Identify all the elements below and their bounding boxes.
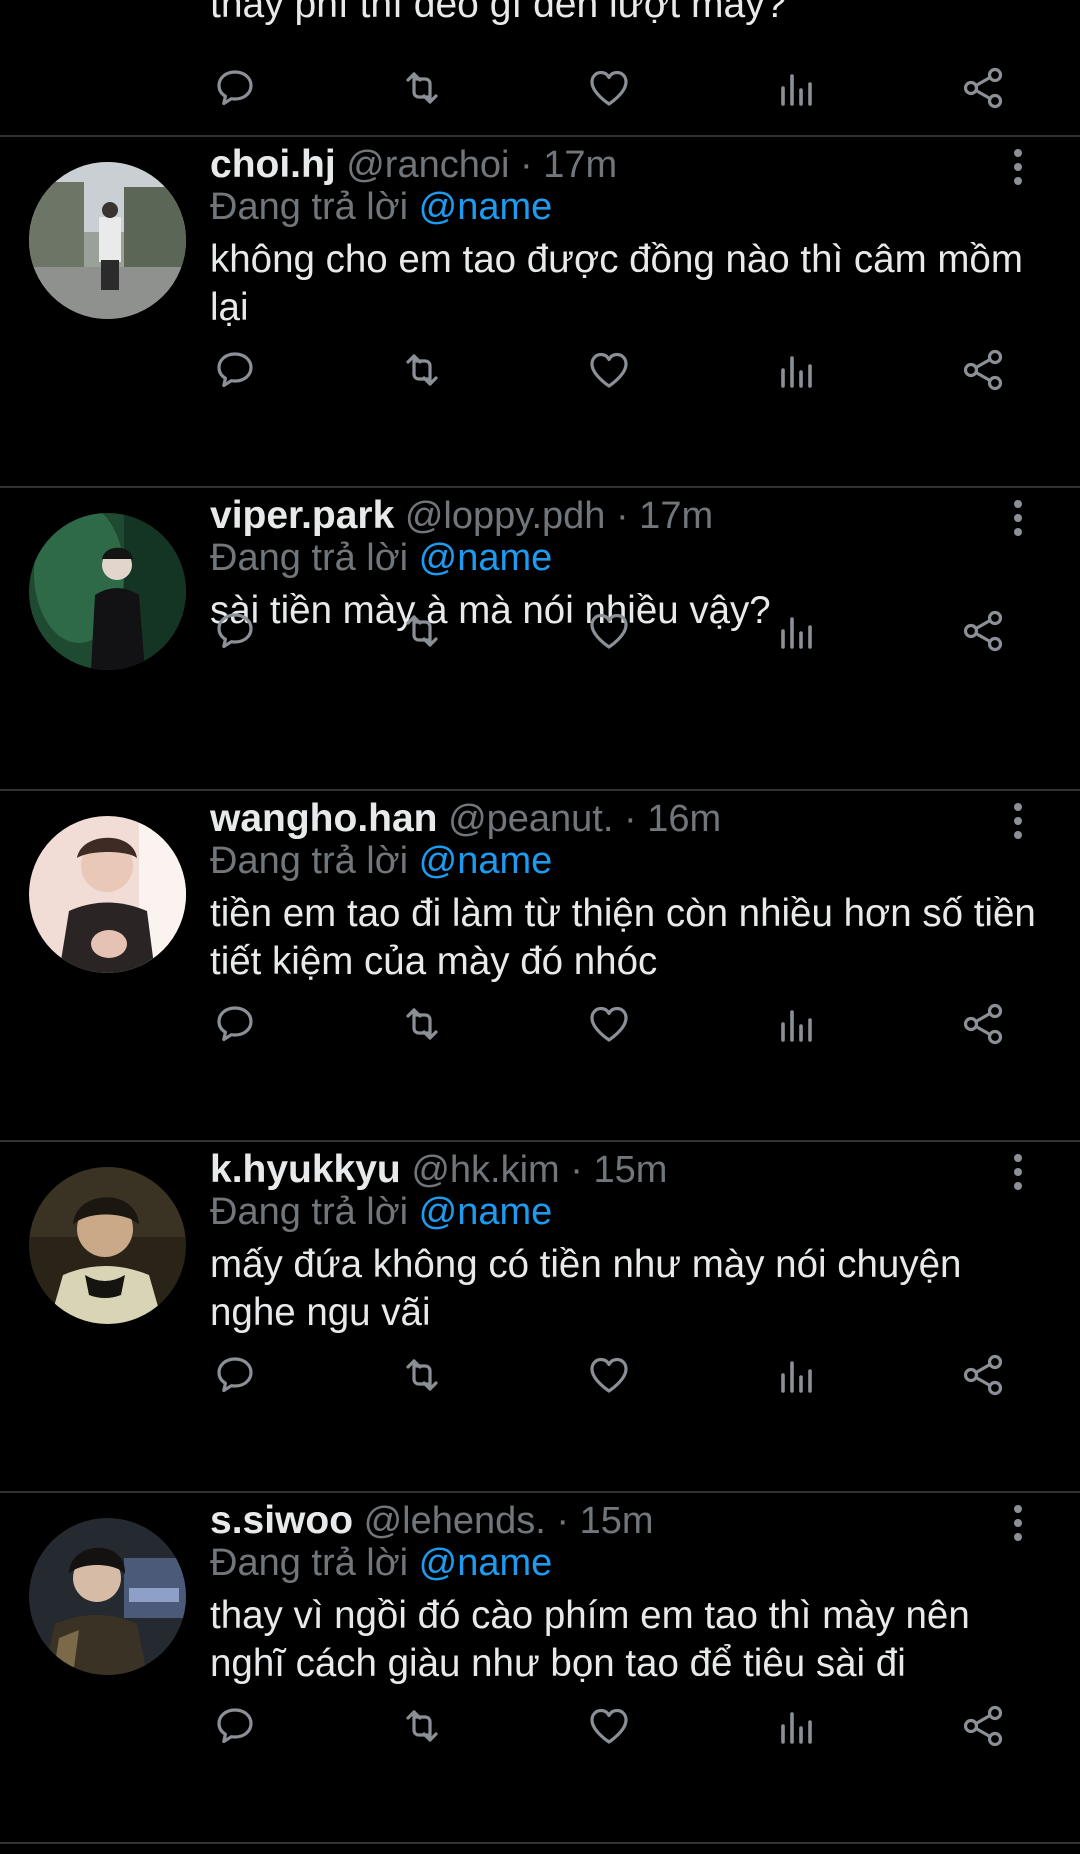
views-icon[interactable] xyxy=(766,340,826,400)
share-icon[interactable] xyxy=(953,58,1013,118)
more-options-icon[interactable] xyxy=(1000,799,1036,849)
share-icon[interactable] xyxy=(953,601,1013,661)
timestamp: · 16m xyxy=(623,798,722,840)
handle[interactable]: @lehends. xyxy=(364,1500,546,1542)
timestamp: · 15m xyxy=(556,1500,654,1542)
avatar[interactable] xyxy=(29,162,186,319)
display-name[interactable]: choi.hj xyxy=(210,143,336,186)
mention-link[interactable]: @name xyxy=(419,1542,553,1584)
action-bar xyxy=(0,994,1080,1054)
more-options-icon[interactable] xyxy=(1000,145,1036,195)
reply-icon[interactable] xyxy=(205,994,265,1054)
like-icon[interactable] xyxy=(579,601,639,661)
views-icon[interactable] xyxy=(766,1345,826,1405)
views-icon[interactable] xyxy=(766,994,826,1054)
replying-prefix: Đang trả lời xyxy=(210,840,409,882)
replying-prefix: Đang trả lời xyxy=(210,537,409,579)
mention-link[interactable]: @name xyxy=(419,537,553,579)
reply-item[interactable]: viper.park @loppy.pdh · 17m Đang trả lời… xyxy=(0,488,1080,788)
handle[interactable]: @hk.kim xyxy=(411,1149,559,1191)
display-name[interactable]: s.siwoo xyxy=(210,1499,353,1542)
previous-tweet-fragment: thay phí thì đéo gì đến lượt mày? xyxy=(0,0,1080,136)
reply-item[interactable]: wangho.han @peanut. · 16m Đang trả lời @… xyxy=(0,791,1080,1139)
avatar[interactable] xyxy=(29,1518,186,1675)
reply-icon[interactable] xyxy=(205,1345,265,1405)
mention-link[interactable]: @name xyxy=(419,1191,553,1233)
share-icon[interactable] xyxy=(953,1345,1013,1405)
reply-item[interactable]: s.siwoo @lehends. · 15m Đang trả lời @na… xyxy=(0,1493,1080,1841)
replying-to: Đang trả lời @name xyxy=(210,1187,552,1237)
like-icon[interactable] xyxy=(579,340,639,400)
timestamp: · 17m xyxy=(520,144,618,186)
replying-to: Đang trả lời @name xyxy=(210,533,552,583)
reply-text: thay vì ngồi đó cào phím em tao thì mày … xyxy=(210,1594,970,1685)
views-icon[interactable] xyxy=(766,1696,826,1756)
more-options-icon[interactable] xyxy=(1000,496,1036,546)
previous-tweet-text: thay phí thì đéo gì đến lượt mày? xyxy=(210,0,787,26)
more-options-icon[interactable] xyxy=(1000,1501,1036,1551)
action-bar xyxy=(0,1345,1080,1405)
like-icon[interactable] xyxy=(579,58,639,118)
reply-text: tiền em tao đi làm từ thiện còn nhiều hơ… xyxy=(210,892,1036,983)
replying-prefix: Đang trả lời xyxy=(210,1191,409,1233)
action-bar xyxy=(0,601,1080,661)
retweet-icon[interactable] xyxy=(392,58,452,118)
handle[interactable]: @loppy.pdh xyxy=(405,495,606,537)
avatar[interactable] xyxy=(29,1167,186,1324)
share-icon[interactable] xyxy=(953,994,1013,1054)
reply-text: không cho em tao được đồng nào thì câm m… xyxy=(210,238,1023,329)
mention-link[interactable]: @name xyxy=(419,186,553,228)
replying-to: Đang trả lời @name xyxy=(210,1538,552,1588)
display-name[interactable]: viper.park xyxy=(210,494,394,537)
reply-icon[interactable] xyxy=(205,340,265,400)
more-options-icon[interactable] xyxy=(1000,1150,1036,1200)
share-icon[interactable] xyxy=(953,340,1013,400)
divider xyxy=(0,1842,1080,1844)
retweet-icon[interactable] xyxy=(392,601,452,661)
retweet-icon[interactable] xyxy=(392,994,452,1054)
handle[interactable]: @ranchoi xyxy=(346,144,509,186)
display-name[interactable]: k.hyukkyu xyxy=(210,1148,401,1191)
action-bar xyxy=(0,1696,1080,1756)
reply-item[interactable]: k.hyukkyu @hk.kim · 15m Đang trả lời @na… xyxy=(0,1142,1080,1490)
timestamp: · 15m xyxy=(570,1149,668,1191)
reply-icon[interactable] xyxy=(205,58,265,118)
replying-prefix: Đang trả lời xyxy=(210,186,409,228)
replying-prefix: Đang trả lời xyxy=(210,1542,409,1584)
replying-to: Đang trả lời @name xyxy=(210,182,552,232)
like-icon[interactable] xyxy=(579,994,639,1054)
handle[interactable]: @peanut. xyxy=(448,798,613,840)
share-icon[interactable] xyxy=(953,1696,1013,1756)
reply-item[interactable]: choi.hj @ranchoi · 17m Đang trả lời @nam… xyxy=(0,137,1080,485)
mention-link[interactable]: @name xyxy=(419,840,553,882)
action-bar xyxy=(0,340,1080,400)
views-icon[interactable] xyxy=(766,58,826,118)
reply-icon[interactable] xyxy=(205,601,265,661)
display-name[interactable]: wangho.han xyxy=(210,797,438,840)
views-icon[interactable] xyxy=(766,601,826,661)
reply-text: mấy đứa không có tiền như mày nói chuyện… xyxy=(210,1243,962,1334)
retweet-icon[interactable] xyxy=(392,1696,452,1756)
like-icon[interactable] xyxy=(579,1696,639,1756)
replying-to: Đang trả lời @name xyxy=(210,836,552,886)
retweet-icon[interactable] xyxy=(392,1345,452,1405)
avatar[interactable] xyxy=(29,816,186,973)
timestamp: · 17m xyxy=(615,495,714,537)
previous-tweet-actions xyxy=(0,58,1080,118)
like-icon[interactable] xyxy=(579,1345,639,1405)
retweet-icon[interactable] xyxy=(392,340,452,400)
reply-icon[interactable] xyxy=(205,1696,265,1756)
